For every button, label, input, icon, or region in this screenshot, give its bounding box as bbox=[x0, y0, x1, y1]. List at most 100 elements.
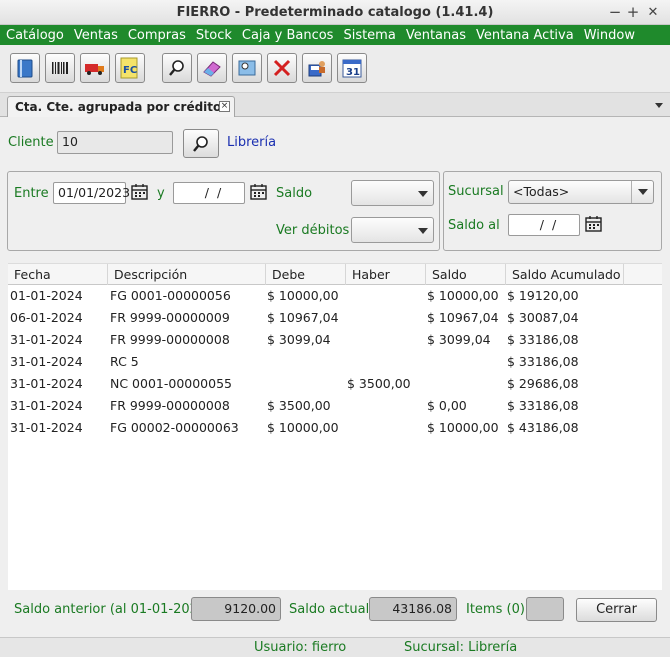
menu-sistema[interactable]: Sistema bbox=[343, 28, 395, 43]
sucursal-combo[interactable]: <Todas> bbox=[508, 180, 654, 204]
cliente-label: Cliente bbox=[8, 135, 54, 150]
image-search-icon bbox=[238, 60, 256, 76]
delete-button[interactable] bbox=[267, 53, 297, 83]
column-header-descripcion[interactable]: Descripción bbox=[108, 264, 266, 285]
table-row[interactable]: 01-01-2024 FG 0001-00000056 $ 10000,00 $… bbox=[8, 285, 662, 307]
table-row[interactable]: 31-01-2024 FG 00002-00000063 $ 10000,00 … bbox=[8, 417, 662, 439]
toolbar: FC 31 bbox=[0, 45, 670, 93]
cliente-field[interactable]: 10 bbox=[57, 131, 173, 154]
tab-label: Cta. Cte. agrupada por créditos bbox=[15, 100, 229, 114]
cell-haber bbox=[345, 395, 347, 417]
cell-fecha: 06-01-2024 bbox=[10, 310, 83, 325]
saldo-al-label: Saldo al bbox=[448, 218, 500, 233]
items-value bbox=[526, 597, 564, 621]
status-bar: Usuario: fierro Sucursal: Librería bbox=[0, 637, 670, 657]
save-user-button[interactable] bbox=[302, 53, 332, 83]
table-header: Fecha Descripción Debe Haber Saldo Saldo… bbox=[8, 263, 662, 285]
chevron-down-icon bbox=[418, 228, 428, 234]
chevron-down-icon bbox=[638, 189, 648, 195]
cliente-search-button[interactable] bbox=[183, 129, 219, 158]
calendar-icon[interactable] bbox=[130, 182, 150, 202]
delivery-truck-icon bbox=[85, 64, 104, 75]
menu-ventas[interactable]: Ventas bbox=[74, 28, 118, 43]
cell-saldo-acumulado: $ 33186,08 bbox=[507, 332, 579, 347]
calendar-icon[interactable] bbox=[249, 182, 269, 202]
cell-debe: $ 10000,00 bbox=[267, 420, 339, 435]
cell-haber bbox=[345, 417, 347, 439]
from-date-field[interactable]: 01/01/2023 bbox=[53, 182, 130, 204]
menu-caja-bancos[interactable]: Caja y Bancos bbox=[242, 28, 334, 43]
table-row[interactable]: 31-01-2024 FR 9999-00000008 $ 3500,00 $ … bbox=[8, 395, 662, 417]
saldo-anterior-value: 9120.00 bbox=[191, 597, 281, 621]
invoice-button[interactable]: FC bbox=[115, 53, 145, 83]
column-header-haber[interactable]: Haber bbox=[346, 264, 426, 285]
magnifier-icon bbox=[169, 60, 184, 76]
status-usuario: Usuario: fierro bbox=[254, 640, 347, 655]
cell-haber bbox=[345, 307, 347, 329]
column-header-saldo[interactable]: Saldo bbox=[426, 264, 506, 285]
delete-x-icon bbox=[273, 59, 291, 77]
entre-label: Entre bbox=[14, 186, 49, 201]
eraser-button[interactable] bbox=[197, 53, 227, 83]
cell-debe: $ 3099,04 bbox=[267, 332, 331, 347]
cell-saldo: $ 10000,00 bbox=[427, 288, 499, 303]
ver-debitos-combo[interactable] bbox=[351, 217, 434, 243]
table-row[interactable]: 31-01-2024 RC 5 $ 33186,08 bbox=[8, 351, 662, 373]
window-title-bar: FIERRO - Predeterminado catalogo (1.41.4… bbox=[0, 0, 670, 25]
barcode-button[interactable] bbox=[45, 53, 75, 83]
to-date-field[interactable]: / / bbox=[173, 182, 245, 204]
cell-saldo-acumulado: $ 29686,08 bbox=[507, 376, 579, 391]
cell-haber bbox=[345, 285, 347, 307]
saldo-al-date-field[interactable]: / / bbox=[508, 214, 580, 236]
menu-catalogo[interactable]: Catálogo bbox=[6, 28, 64, 43]
items-label: Items (0) bbox=[466, 602, 525, 617]
maximize-button[interactable]: + bbox=[624, 0, 642, 25]
saldo-combo[interactable] bbox=[351, 180, 434, 206]
tab-list-chevron-icon[interactable] bbox=[655, 103, 663, 108]
search-button[interactable] bbox=[162, 53, 192, 83]
catalog-book-icon bbox=[17, 59, 33, 78]
table-row[interactable]: 06-01-2024 FR 9999-00000009 $ 10967,04 $… bbox=[8, 307, 662, 329]
minimize-button[interactable]: − bbox=[606, 0, 624, 25]
cell-debe bbox=[265, 351, 267, 373]
cliente-name: Librería bbox=[227, 135, 277, 150]
column-header-saldo-acumulado[interactable]: Saldo Acumulado bbox=[506, 264, 624, 285]
table-row[interactable]: 31-01-2024 NC 0001-00000055 $ 3500,00 $ … bbox=[8, 373, 662, 395]
saldo-actual-label: Saldo actual bbox=[289, 602, 370, 617]
eraser-icon bbox=[203, 61, 221, 77]
cell-fecha: 31-01-2024 bbox=[10, 398, 83, 413]
cell-fecha: 31-01-2024 bbox=[10, 354, 83, 369]
column-header-fecha[interactable]: Fecha bbox=[8, 264, 108, 285]
image-search-button[interactable] bbox=[232, 53, 262, 83]
cell-haber bbox=[345, 329, 347, 351]
delivery-button[interactable] bbox=[80, 53, 110, 83]
menu-compras[interactable]: Compras bbox=[128, 28, 186, 43]
menu-ventanas[interactable]: Ventanas bbox=[406, 28, 466, 43]
cell-fecha: 01-01-2024 bbox=[10, 288, 83, 303]
cell-haber: $ 3500,00 bbox=[347, 376, 411, 391]
cell-debe bbox=[265, 373, 267, 395]
cerrar-button[interactable]: Cerrar bbox=[576, 598, 657, 622]
column-header-debe[interactable]: Debe bbox=[266, 264, 346, 285]
menu-stock[interactable]: Stock bbox=[196, 28, 232, 43]
menu-ventana-activa[interactable]: Ventana Activa bbox=[476, 28, 574, 43]
calendar-button[interactable]: 31 bbox=[337, 53, 367, 83]
catalog-button[interactable] bbox=[10, 53, 40, 83]
cell-descripcion: FG 0001-00000056 bbox=[110, 288, 231, 303]
tab-close-icon[interactable]: × bbox=[219, 101, 230, 112]
calendar-icon: 31 bbox=[342, 59, 362, 78]
table-row[interactable]: 31-01-2024 FR 9999-00000008 $ 3099,04 $ … bbox=[8, 329, 662, 351]
cell-saldo-acumulado: $ 33186,08 bbox=[507, 398, 579, 413]
cell-debe: $ 3500,00 bbox=[267, 398, 331, 413]
save-user-icon bbox=[308, 61, 325, 77]
cell-haber bbox=[345, 351, 347, 373]
calendar-icon[interactable] bbox=[584, 214, 604, 234]
window-title: FIERRO - Predeterminado catalogo (1.41.4… bbox=[176, 5, 494, 20]
sucursal-combo-value: <Todas> bbox=[513, 184, 570, 199]
chevron-down-icon bbox=[418, 191, 428, 197]
barcode-icon bbox=[52, 62, 68, 74]
cell-fecha: 31-01-2024 bbox=[10, 420, 83, 435]
menu-window[interactable]: Window bbox=[584, 28, 635, 43]
tab-cta-cte[interactable]: Cta. Cte. agrupada por créditos × bbox=[7, 96, 235, 118]
close-window-button[interactable]: ✕ bbox=[644, 0, 662, 25]
